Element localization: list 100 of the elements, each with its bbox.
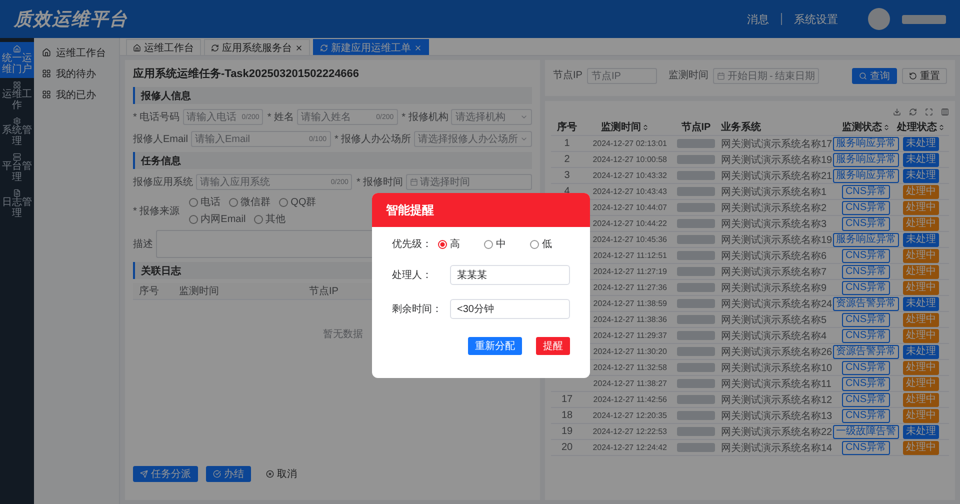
date-field[interactable]: 请选择时间 <box>406 174 532 190</box>
settings-icon <box>13 117 21 125</box>
avatar[interactable] <box>868 8 890 30</box>
sort-icon[interactable] <box>883 124 890 130</box>
date-range-field[interactable]: 开始日期 - 结束日期 <box>713 68 819 84</box>
table-cell: 2024-12-27 11:30:20 <box>593 347 667 356</box>
status-tag: 服务响应异常 <box>833 168 899 182</box>
chevron-down-icon <box>520 113 528 121</box>
table-cell-text: 网关测试演示系统名称6 <box>721 250 827 262</box>
tab[interactable]: 新建应用运维工单 <box>313 39 429 55</box>
status-tag: 一级故障告警 <box>833 424 899 438</box>
table-cell-text: 网关测试演示系统名称13 <box>721 410 832 422</box>
menu-item[interactable]: 我的已办 <box>34 84 119 105</box>
nav-item[interactable]: 运维工作 <box>0 78 34 114</box>
close-icon[interactable] <box>295 44 303 52</box>
redacted-ip <box>677 331 715 340</box>
menu-item[interactable]: 我的待办 <box>34 63 119 84</box>
table-cell: 18 <box>561 410 573 421</box>
reset-button[interactable]: 重置 <box>902 68 947 84</box>
table-cell: 2024-12-27 10:44:07 <box>592 203 667 212</box>
table-cell-text: 网关测试演示系统名称17 <box>721 138 832 150</box>
fullscreen-icon[interactable] <box>925 108 933 116</box>
redacted-ip <box>677 251 715 260</box>
radio-option[interactable]: 高 <box>438 237 460 251</box>
radio-option[interactable]: 微信群 <box>228 195 271 209</box>
nav-item[interactable]: 平台管理 <box>0 150 34 186</box>
table-cell: 2024-12-27 10:43:43 <box>592 187 667 196</box>
field-label: 优先级： <box>392 238 432 251</box>
redacted-ip <box>677 155 715 164</box>
redacted-ip <box>677 267 715 276</box>
table-cell: 2024-12-27 12:22:53 <box>592 427 667 436</box>
server-icon <box>13 153 21 161</box>
column-header: 处理状态 <box>897 120 937 134</box>
status-tag: CNS异常 <box>842 264 890 278</box>
table-cell-text: 网关测试演示系统名称9 <box>721 282 827 294</box>
chevron-down-icon <box>520 135 528 143</box>
radio-option[interactable]: 低 <box>530 237 552 251</box>
status-tag: CNS异常 <box>842 200 890 214</box>
radio-option[interactable]: 中 <box>484 237 506 251</box>
status-tag: CNS异常 <box>842 376 890 390</box>
reassign-button[interactable]: 重新分配 <box>468 337 522 355</box>
refresh-icon <box>211 44 219 52</box>
column-header: 序号 <box>138 284 160 298</box>
state-tag: 未处理 <box>903 424 939 438</box>
state-tag: 处理中 <box>903 280 939 294</box>
table-cell: 2024-12-27 10:44:22 <box>592 219 667 228</box>
header-link[interactable]: 系统设置 <box>794 12 838 26</box>
table-cell: 20 <box>561 442 573 453</box>
menu-item[interactable]: 运维工作台 <box>34 42 119 63</box>
status-tag: CNS异常 <box>842 328 890 342</box>
redacted-ip <box>677 427 715 436</box>
field-label: 报修应用系统 <box>133 176 193 189</box>
refresh-icon[interactable] <box>909 108 917 116</box>
redacted-ip <box>677 171 715 180</box>
table-cell: 2024-12-27 10:43:32 <box>592 171 667 180</box>
column-header: 监测时间 <box>601 120 641 134</box>
redacted-ip <box>677 139 715 148</box>
download-icon[interactable] <box>893 108 901 116</box>
field-label: * 报修来源 <box>133 204 180 218</box>
state-tag: 处理中 <box>903 216 939 230</box>
table-cell: 2024-12-27 11:42:56 <box>593 395 667 404</box>
field-label: * 报修机构 <box>402 110 448 124</box>
radio-option[interactable]: 电话 <box>188 195 221 209</box>
columns-icon[interactable] <box>941 108 949 116</box>
nav-item[interactable]: 统一运维门户 <box>0 42 34 78</box>
redacted-ip <box>677 379 715 388</box>
radio-option[interactable]: 内网Email <box>188 212 246 226</box>
nav-item[interactable]: 日志管理 <box>0 186 34 222</box>
radio-option[interactable]: QQ群 <box>278 195 316 209</box>
table-cell-text: 网关测试演示系统名称21 <box>721 170 832 182</box>
sort-icon[interactable] <box>938 124 945 130</box>
send-icon <box>140 470 148 478</box>
search-button[interactable]: 查询 <box>852 68 897 84</box>
radio-option[interactable]: 其他 <box>254 212 286 226</box>
action-button[interactable]: 任务分派 <box>133 466 198 482</box>
nav-item[interactable]: 系统管理 <box>0 114 34 150</box>
select-field[interactable]: 请选择报修人办公场所 <box>414 131 532 147</box>
remind-button[interactable]: 提醒 <box>536 337 570 355</box>
select-field[interactable]: 请选择机构 <box>451 109 532 125</box>
status-tag: CNS异常 <box>842 248 890 262</box>
input-field[interactable]: 某某某 <box>450 265 570 285</box>
input-field[interactable]: 节点IP <box>587 68 658 84</box>
state-tag: 处理中 <box>903 360 939 374</box>
action-button[interactable]: 办结 <box>206 466 251 482</box>
sort-icon[interactable] <box>642 124 649 130</box>
status-tag: 服务响应异常 <box>833 136 899 150</box>
redacted-ip <box>677 187 715 196</box>
table-cell: 2024-12-27 11:38:36 <box>593 315 667 324</box>
field-label: * 姓名 <box>267 111 294 124</box>
refresh-icon <box>320 44 328 52</box>
status-tag: CNS异常 <box>842 440 890 454</box>
tab[interactable]: 应用系统服务台 <box>204 39 310 55</box>
input-field[interactable]: <30分钟 <box>450 299 570 319</box>
status-tag: CNS异常 <box>842 312 890 326</box>
table-cell: 2024-12-27 11:38:27 <box>593 379 667 388</box>
header-link[interactable]: 消息 <box>747 12 769 26</box>
tab[interactable]: 运维工作台 <box>126 39 201 55</box>
field-label: 处理人： <box>392 268 433 282</box>
field-label: * 电话号码 <box>133 110 180 124</box>
table-cell: 2024-12-27 10:00:58 <box>592 155 667 164</box>
